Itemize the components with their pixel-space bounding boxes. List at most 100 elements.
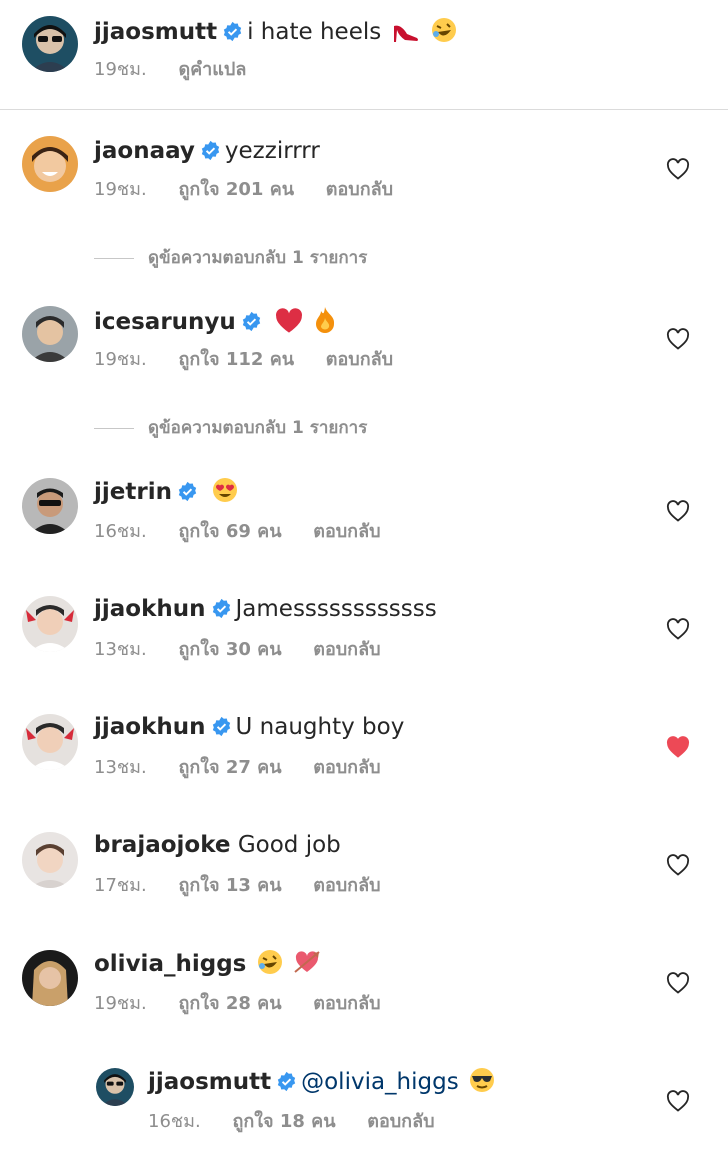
view-replies-button[interactable]: ดูข้อความตอบกลับ 1 รายการ bbox=[94, 244, 367, 271]
comment-meta: 19ชม. ถูกใจ 28 คน ตอบกลับ bbox=[94, 992, 407, 1016]
caption-text: i hate heels bbox=[247, 19, 382, 45]
avatar[interactable] bbox=[22, 478, 78, 534]
verified-badge-icon bbox=[212, 716, 230, 737]
reply-button[interactable]: ตอบกลับ bbox=[313, 638, 380, 662]
like-heart-icon[interactable] bbox=[666, 500, 690, 522]
post-caption: jjaosmutt i hate heels 19ชม. ดูคำแปล bbox=[0, 0, 728, 110]
reply-item: jjaosmutt @olivia_higgs 16ชม. ถูกใจ 18 คน… bbox=[0, 1040, 728, 1159]
comment-time: 19ชม. bbox=[94, 59, 147, 80]
comment-line: icesarunyu bbox=[94, 306, 338, 337]
comment-item: jjaokhun U naughty boy 13ชม. ถูกใจ 27 คน … bbox=[0, 686, 728, 804]
comment-meta: 19ชม. ถูกใจ 201 คน ตอบกลับ bbox=[94, 178, 419, 202]
comment-line: olivia_higgs bbox=[94, 948, 321, 979]
verified-badge-icon bbox=[223, 21, 242, 42]
username[interactable]: brajaojoke bbox=[94, 832, 231, 858]
avatar[interactable] bbox=[22, 136, 78, 192]
comment-time: 16ชม. bbox=[148, 1111, 201, 1132]
likes-count[interactable]: ถูกใจ 69 คน bbox=[178, 520, 281, 544]
comment-meta: 16ชม. ถูกใจ 69 คน ตอบกลับ bbox=[94, 520, 407, 544]
comment-item: icesarunyu 19ชม. ถูกใจ 112 คน ตอบกลับ ดู… bbox=[0, 280, 728, 450]
comment-text: U naughty boy bbox=[235, 714, 405, 740]
reply-button[interactable]: ตอบกลับ bbox=[313, 520, 380, 544]
like-heart-icon[interactable] bbox=[666, 972, 690, 994]
comment-item: jaonaay yezzirrrr 19ชม. ถูกใจ 201 คน ตอบก… bbox=[0, 110, 728, 280]
reply-button[interactable]: ตอบกลับ bbox=[313, 992, 380, 1016]
avatar[interactable] bbox=[22, 596, 78, 652]
likes-count[interactable]: ถูกใจ 30 คน bbox=[178, 638, 281, 662]
reply-button[interactable]: ตอบกลับ bbox=[367, 1110, 434, 1134]
verified-badge-icon bbox=[201, 140, 220, 161]
avatar[interactable] bbox=[22, 950, 78, 1006]
heart-eyes-icon bbox=[213, 478, 238, 502]
like-heart-icon[interactable] bbox=[666, 1090, 690, 1112]
view-replies-button[interactable]: ดูข้อความตอบกลับ 1 รายการ bbox=[94, 414, 367, 441]
comment-text: Good job bbox=[237, 832, 341, 858]
rofl-icon bbox=[431, 18, 456, 42]
view-replies-label: ดูข้อความตอบกลับ 1 รายการ bbox=[148, 418, 368, 438]
verified-badge-icon bbox=[178, 481, 197, 502]
rofl-icon bbox=[257, 950, 282, 974]
avatar[interactable] bbox=[22, 832, 78, 888]
comment-item: jjaokhun Jamessssssssssss 13ชม. ถูกใจ 30 … bbox=[0, 568, 728, 686]
comment-time: 19ชม. bbox=[94, 993, 147, 1014]
like-heart-icon[interactable] bbox=[666, 328, 690, 350]
comment-item: jjetrin 16ชม. ถูกใจ 69 คน ตอบกลับ bbox=[0, 450, 728, 568]
comment-meta: 19ชม. ถูกใจ 112 คน ตอบกลับ bbox=[94, 348, 419, 372]
comment-line: jjaokhun U naughty boy bbox=[94, 712, 404, 742]
comment-line: jjaosmutt @olivia_higgs bbox=[148, 1066, 496, 1097]
verified-badge-icon bbox=[242, 311, 260, 332]
comment-meta: 13ชม. ถูกใจ 30 คน ตอบกลับ bbox=[94, 638, 407, 662]
username[interactable]: jaonaay bbox=[94, 138, 195, 164]
comment-time: 17ชม. bbox=[94, 875, 147, 896]
high-heel-icon bbox=[393, 25, 418, 42]
liked-heart-icon[interactable] bbox=[666, 736, 690, 758]
username[interactable]: olivia_higgs bbox=[94, 951, 246, 977]
divider bbox=[94, 427, 134, 429]
caption-line: jjaosmutt i hate heels bbox=[94, 16, 458, 47]
fire-icon bbox=[316, 307, 335, 333]
likes-count[interactable]: ถูกใจ 18 คน bbox=[232, 1110, 335, 1134]
likes-count[interactable]: ถูกใจ 13 คน bbox=[178, 874, 281, 898]
like-heart-icon[interactable] bbox=[666, 618, 690, 640]
verified-badge-icon bbox=[212, 598, 230, 619]
comment-meta: 13ชม. ถูกใจ 27 คน ตอบกลับ bbox=[94, 756, 407, 780]
comment-line: brajaojoke Good job bbox=[94, 830, 341, 860]
red-heart-icon bbox=[276, 308, 303, 333]
comment-time: 16ชม. bbox=[94, 521, 147, 542]
comment-time: 19ชม. bbox=[94, 349, 147, 370]
reply-button[interactable]: ตอบกลับ bbox=[313, 756, 380, 780]
reply-button[interactable]: ตอบกลับ bbox=[326, 178, 393, 202]
like-heart-icon[interactable] bbox=[666, 158, 690, 180]
username[interactable]: jjaokhun bbox=[94, 596, 206, 622]
reply-button[interactable]: ตอบกลับ bbox=[313, 874, 380, 898]
translate-link[interactable]: ดูคำแปล bbox=[178, 58, 246, 82]
likes-count[interactable]: ถูกใจ 27 คน bbox=[178, 756, 281, 780]
comment-item: brajaojoke Good job 17ชม. ถูกใจ 13 คน ตอ… bbox=[0, 804, 728, 922]
avatar[interactable] bbox=[22, 16, 78, 72]
like-heart-icon[interactable] bbox=[666, 854, 690, 876]
username[interactable]: jjaosmutt bbox=[148, 1069, 271, 1095]
likes-count[interactable]: ถูกใจ 201 คน bbox=[178, 178, 294, 202]
username[interactable]: jjetrin bbox=[94, 479, 172, 505]
avatar[interactable] bbox=[22, 306, 78, 362]
avatar[interactable] bbox=[22, 714, 78, 770]
comment-time: 19ชม. bbox=[94, 179, 147, 200]
comment-time: 13ชม. bbox=[94, 639, 147, 660]
reply-button[interactable]: ตอบกลับ bbox=[326, 348, 393, 372]
likes-count[interactable]: ถูกใจ 112 คน bbox=[178, 348, 294, 372]
likes-count[interactable]: ถูกใจ 28 คน bbox=[178, 992, 281, 1016]
verified-badge-icon bbox=[277, 1071, 296, 1092]
comment-item: olivia_higgs 19ชม. ถูกใจ 28 คน ตอบกลับ bbox=[0, 922, 728, 1040]
username[interactable]: jjaosmutt bbox=[94, 19, 217, 45]
heart-arrow-icon bbox=[294, 951, 320, 973]
username[interactable]: icesarunyu bbox=[94, 309, 236, 335]
comment-line: jjaokhun Jamessssssssssss bbox=[94, 594, 437, 624]
comment-line: jjetrin bbox=[94, 476, 239, 507]
avatar[interactable] bbox=[96, 1068, 134, 1106]
divider bbox=[94, 257, 134, 259]
comment-text: Jamessssssssssss bbox=[235, 596, 437, 622]
caption-meta: 19ชม. ดูคำแปล bbox=[94, 58, 272, 82]
mention-link[interactable]: @olivia_higgs bbox=[301, 1069, 459, 1095]
comment-meta: 17ชม. ถูกใจ 13 คน ตอบกลับ bbox=[94, 874, 407, 898]
username[interactable]: jjaokhun bbox=[94, 714, 206, 740]
